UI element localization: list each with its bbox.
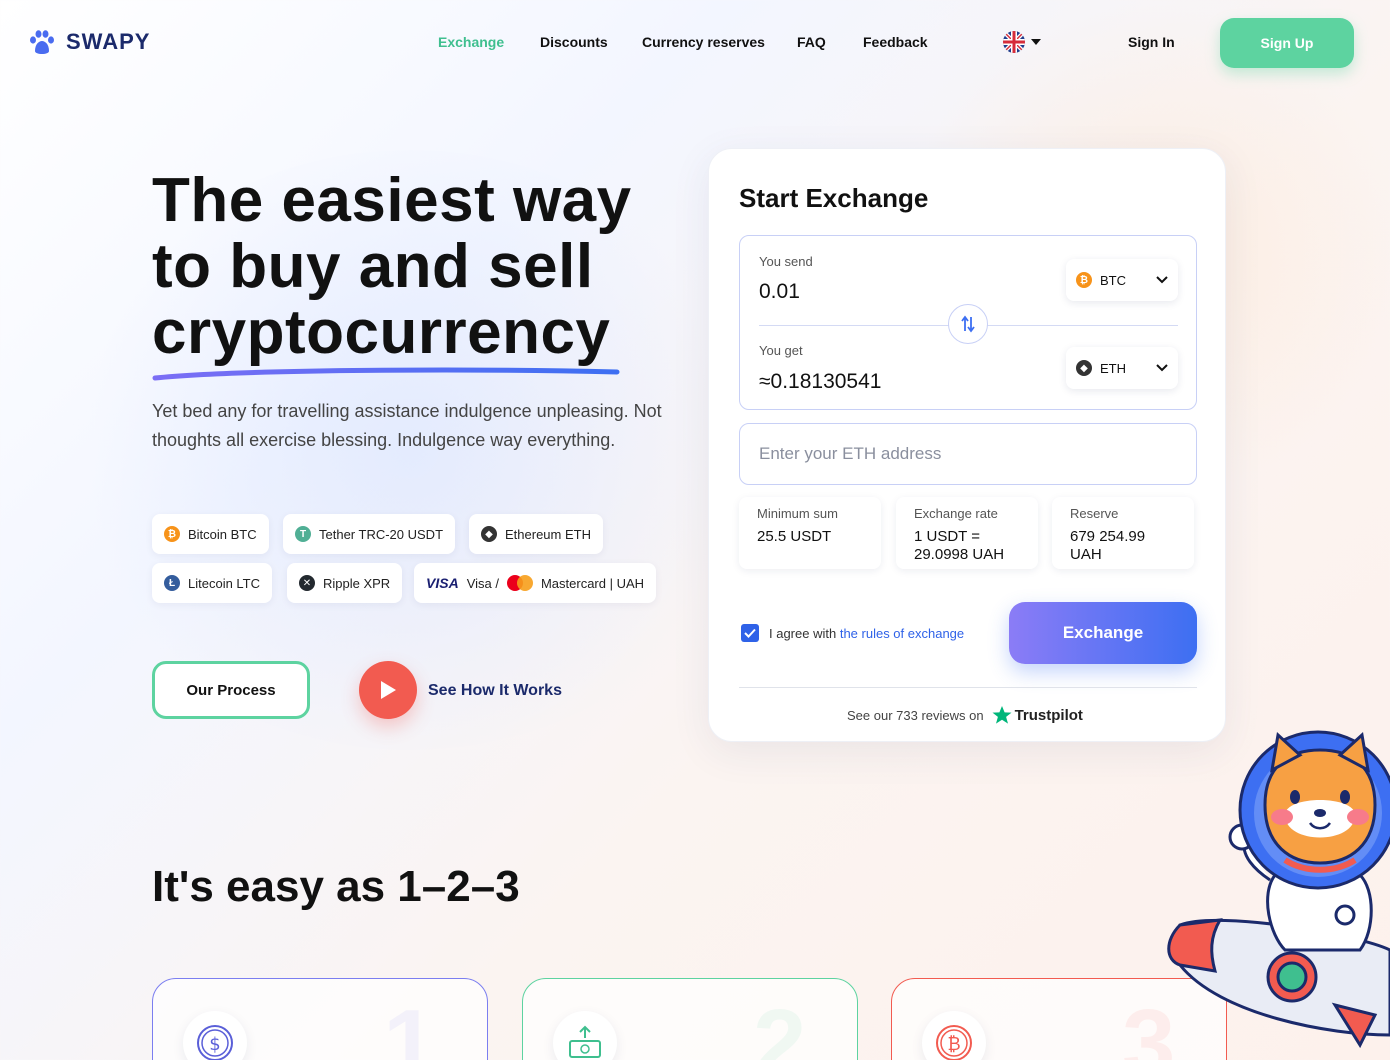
chip-label: Visa /	[466, 575, 499, 591]
our-process-button[interactable]: Our Process	[152, 661, 310, 719]
nav-exchange[interactable]: Exchange	[438, 34, 504, 50]
stat-value-line: 1 USDT =	[914, 528, 980, 545]
swap-box: You send 0.01 ₿ BTC You get ≈0.18130541 …	[739, 235, 1197, 410]
agree-checkbox[interactable]	[741, 624, 759, 642]
chevron-down-icon	[1156, 364, 1168, 372]
hero-title-line: cryptocurrency	[152, 298, 611, 367]
nav-discounts[interactable]: Discounts	[540, 34, 608, 50]
ethereum-icon: ◆	[1076, 360, 1092, 376]
get-label: You get	[759, 343, 803, 358]
chip-label: Ethereum ETH	[505, 526, 591, 542]
star-icon	[992, 706, 1012, 724]
steps-section-title: It's easy as 1–2–3	[152, 862, 520, 911]
nav-faq[interactable]: FAQ	[797, 34, 826, 50]
step-number: 2	[753, 990, 807, 1060]
chip-label: Tether TRC-20 USDT	[319, 526, 444, 542]
stat-reserve: Reserve 679 254.99 UAH	[1052, 497, 1194, 569]
exchange-title: Start Exchange	[739, 183, 929, 213]
stat-exchange-rate: Exchange rate 1 USDT = 29.0998 UAH	[896, 497, 1038, 569]
step-card-2: 2	[522, 978, 858, 1060]
stat-label: Exchange rate	[914, 506, 998, 521]
astronaut-dog-mascot-illustration	[1167, 730, 1390, 1049]
chip-tether: T Tether TRC-20 USDT	[283, 514, 456, 554]
logo-text: SWAPY	[66, 29, 151, 54]
swap-arrows-icon	[961, 315, 975, 333]
stat-value: 1 USDT = 29.0998 UAH	[914, 528, 1020, 564]
visa-icon: VISA	[426, 575, 459, 591]
stat-value: 679 254.99 UAH	[1070, 528, 1176, 564]
chip-bitcoin: ₿ Bitcoin BTC	[152, 514, 269, 554]
language-selector[interactable]	[1003, 31, 1041, 53]
litecoin-icon: Ł	[164, 575, 180, 591]
hero-title-line: The easiest way	[152, 166, 632, 235]
swap-direction-button[interactable]	[948, 304, 988, 344]
sign-up-button[interactable]: Sign Up	[1220, 18, 1354, 68]
chip-litecoin: Ł Litecoin LTC	[152, 563, 273, 603]
svg-text:$: $	[209, 1034, 220, 1055]
get-amount-value: ≈0.18130541	[759, 370, 882, 393]
chip-ripple: ✕ Ripple XPR	[287, 563, 403, 603]
step-card-1: $ 1	[152, 978, 488, 1060]
dollar-coin-icon: $	[183, 1011, 247, 1060]
play-icon	[381, 681, 396, 699]
hero-title: The easiest way to buy and sell cryptocu…	[152, 168, 632, 366]
stat-minimum-sum: Minimum sum 25.5 USDT	[739, 497, 881, 569]
play-video-button[interactable]	[359, 661, 417, 719]
trustpilot-label: Trustpilot	[1014, 706, 1083, 724]
ethereum-icon: ◆	[481, 526, 497, 542]
hero-title-line: to buy and sell	[152, 232, 594, 301]
stat-value-line: 679 254.99	[1070, 528, 1146, 545]
mastercard-icon	[506, 575, 533, 591]
reviews-row: See our 733 reviews on Trustpilot	[847, 705, 1083, 725]
get-currency-label: ETH	[1100, 360, 1126, 376]
stat-value-line: 29.0998 UAH	[914, 546, 1005, 563]
see-how-it-works-link[interactable]: See How It Works	[428, 682, 562, 700]
chip-label: Litecoin LTC	[188, 575, 261, 591]
bitcoin-coin-icon: ₿	[922, 1011, 986, 1060]
get-currency-select[interactable]: ◆ ETH	[1066, 347, 1178, 389]
logo[interactable]: SWAPY	[28, 28, 150, 56]
ripple-icon: ✕	[299, 575, 315, 591]
send-amount-input[interactable]: 0.01	[759, 280, 800, 304]
bitcoin-icon: ₿	[164, 526, 180, 542]
eth-address-input[interactable]	[739, 423, 1197, 485]
nav-currency-reserves[interactable]: Currency reserves	[642, 34, 765, 50]
bitcoin-icon: ₿	[1076, 272, 1092, 288]
svg-text:₿: ₿	[947, 1034, 960, 1055]
hero-description: Yet bed any for travelling assistance in…	[152, 401, 662, 450]
step-number: 1	[383, 990, 437, 1060]
cash-upload-icon	[553, 1011, 617, 1060]
chip-label: Ripple XPR	[323, 575, 391, 591]
card-divider	[739, 687, 1197, 688]
reviews-text: See our 733 reviews on	[847, 707, 984, 723]
stat-value-line: UAH	[1070, 546, 1102, 563]
exchange-card: Start Exchange You send 0.01 ₿ BTC You g…	[708, 148, 1226, 742]
stat-label: Reserve	[1070, 506, 1119, 521]
chip-visa-mastercard: VISA Visa / Mastercard | UAH	[414, 563, 657, 603]
tether-icon: T	[295, 526, 311, 542]
uk-flag-icon	[1003, 31, 1025, 53]
title-underline	[152, 367, 620, 381]
stat-label: Minimum sum	[757, 506, 838, 521]
chip-label: Mastercard | UAH	[540, 575, 645, 591]
agree-row: I agree with the rules of exchange	[741, 624, 964, 642]
stat-value: 25.5 USDT	[757, 528, 832, 545]
paw-icon	[30, 30, 54, 54]
send-currency-select[interactable]: ₿ BTC	[1066, 259, 1178, 301]
agree-text: I agree with the rules of exchange	[769, 626, 964, 641]
trustpilot-link[interactable]: Trustpilot	[992, 705, 1083, 725]
checkmark-icon	[744, 628, 756, 638]
chevron-down-icon	[1156, 276, 1168, 284]
sign-in-link[interactable]: Sign In	[1128, 34, 1175, 50]
send-currency-label: BTC	[1100, 272, 1126, 288]
exchange-button[interactable]: Exchange	[1009, 602, 1197, 664]
rules-of-exchange-link[interactable]: the rules of exchange	[840, 626, 964, 641]
nav-feedback[interactable]: Feedback	[863, 34, 928, 50]
agree-label: I agree with	[769, 625, 837, 641]
send-label: You send	[759, 254, 813, 269]
caret-down-icon	[1031, 39, 1041, 45]
chip-label: Bitcoin BTC	[188, 526, 257, 542]
chip-ethereum: ◆ Ethereum ETH	[469, 514, 603, 554]
